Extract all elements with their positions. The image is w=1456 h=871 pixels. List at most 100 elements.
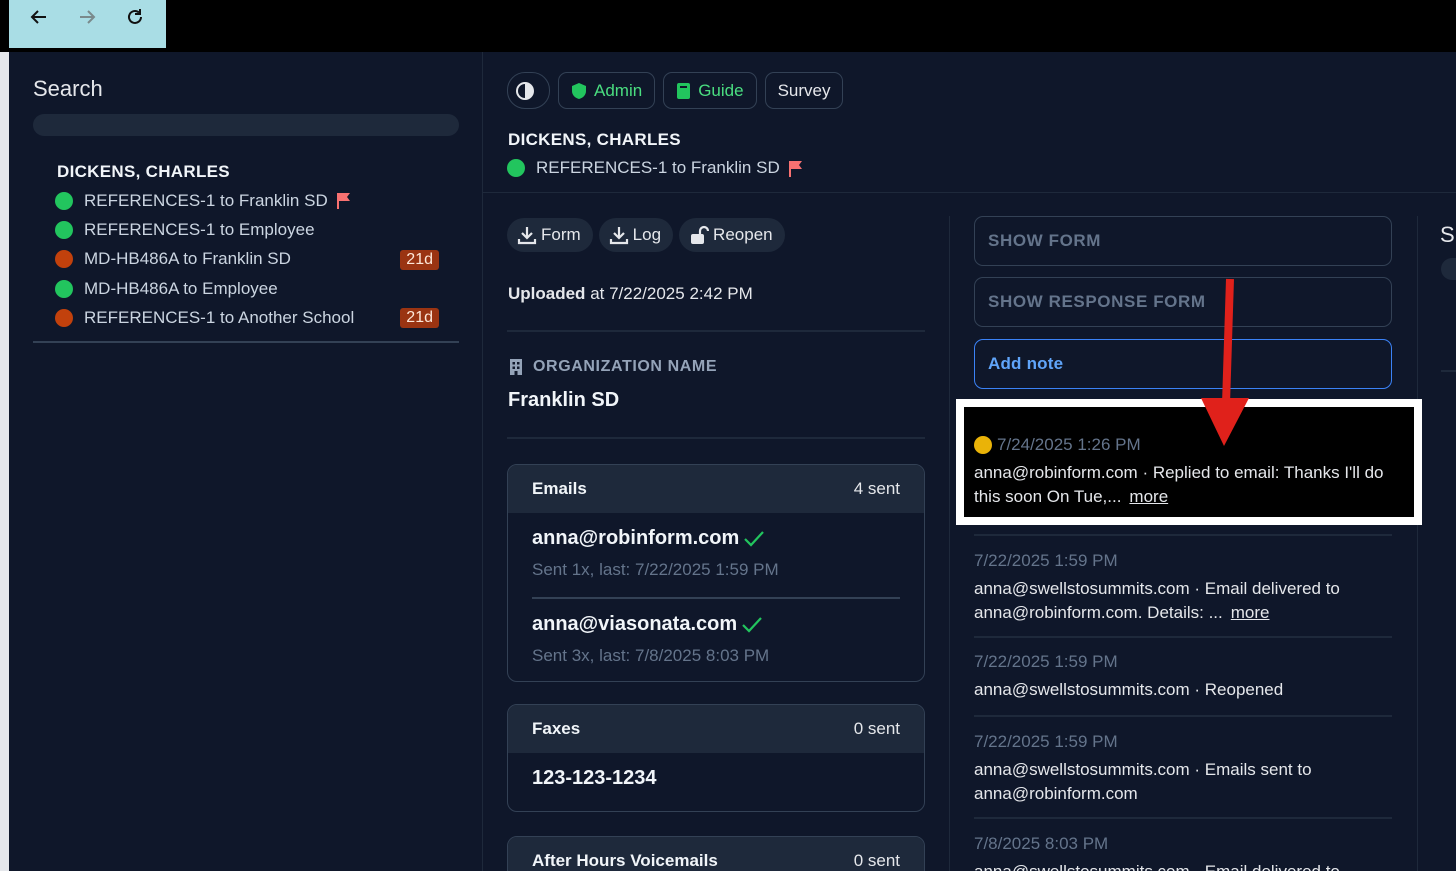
voicemails-title: After Hours Voicemails [532,851,718,870]
timeline-text: anna@swellstosummits.com · Email deliver… [974,579,1340,622]
download-icon [609,227,628,245]
reopen-button[interactable]: Reopen [679,218,785,252]
status-dot-brown [55,250,73,269]
sidebar-item-md-employee[interactable]: MD-HB486A to Employee [55,274,439,303]
more-link[interactable]: more [1129,487,1168,506]
sidebar-request-list: REFERENCES-1 to Franklin SD REFERENCES-1… [55,186,439,332]
timeline-entry: 7/8/2025 8:03 PM anna@swellstosummits.co… [974,819,1392,871]
check-icon [742,616,762,633]
building-icon [510,359,522,375]
upload-time: at 7/22/2025 2:42 PM [590,284,753,303]
sidebar: Search DICKENS, CHARLES REFERENCES-1 to … [9,52,483,871]
timeline-entry: 7/22/2025 1:59 PM anna@swellstosummits.c… [974,536,1392,638]
action-buttons: Form Log Reopen [507,218,785,252]
column-divider [1417,216,1418,871]
guide-label: Guide [698,80,744,100]
browser-nav-group [9,0,166,48]
admin-button[interactable]: Admin [558,72,656,109]
sidebar-item-label: MD-HB486A to Franklin SD [84,249,291,269]
timeline-entry: 7/22/2025 1:59 PM anna@swellstosummits.c… [974,638,1392,717]
section-divider [507,437,925,439]
reload-icon [128,9,142,24]
header-toolbar: Admin Guide Survey [507,72,844,109]
sidebar-divider [33,341,459,343]
email-address: anna@viasonata.com [532,613,738,635]
sidebar-item-label: REFERENCES-1 to Employee [84,219,315,239]
status-dot-green [55,191,73,210]
unlock-icon [691,225,710,244]
email-address: anna@robinform.com [532,527,740,549]
timeline-text-row: anna@robinform.com · Replied to email: T… [974,461,1392,509]
faxes-card-header: Faxes 0 sent [508,705,924,753]
timeline-date: 7/22/2025 1:59 PM [974,551,1118,570]
admin-label: Admin [594,80,643,100]
email-entry: anna@viasonata.com Sent 3x, last: 7/8/20… [532,597,900,681]
show-form-button[interactable]: SHOW FORM [974,216,1392,266]
arrow-right-icon [80,10,96,24]
arrow-left-icon [30,10,46,24]
voicemails-count: 0 sent [853,851,900,870]
search-input[interactable] [33,114,459,136]
sidebar-item-label: REFERENCES-1 to Franklin SD [84,190,328,210]
log-label: Log [632,225,662,244]
show-response-form-button[interactable]: SHOW RESPONSE FORM [974,277,1392,327]
window-edge [0,0,9,871]
email-address-row: anna@viasonata.com [532,613,900,636]
voicemails-card: After Hours Voicemails 0 sent [507,836,925,871]
faxes-card: Faxes 0 sent 123-123-1234 [507,704,925,812]
next-panel-search-input[interactable] [1441,258,1456,280]
age-badge: 21d [400,308,439,329]
sidebar-item-references-franklin[interactable]: REFERENCES-1 to Franklin SD [55,186,439,215]
sidebar-item-label: REFERENCES-1 to Another School [84,307,355,327]
sidebar-person-name: DICKENS, CHARLES [57,162,230,181]
book-icon [677,82,691,99]
status-dot-green [507,159,525,177]
timeline-entry: 7/22/2025 1:59 PM anna@swellstosummits.c… [974,717,1392,819]
fax-number: 123-123-1234 [532,767,657,789]
page-title: DICKENS, CHARLES [508,130,681,149]
timeline-text-row: anna@swellstosummits.com · Email deliver… [974,577,1392,625]
reload-button[interactable] [123,6,147,28]
email-address-row: anna@robinform.com [532,527,900,550]
request-subtitle: REFERENCES-1 to Franklin SD [507,158,804,178]
more-link[interactable]: more [1231,603,1270,622]
timeline-date: 7/22/2025 1:59 PM [974,652,1118,671]
download-form-button[interactable]: Form [507,218,593,252]
sidebar-item-md-franklin[interactable]: MD-HB486A to Franklin SD 21d [55,245,439,274]
survey-button[interactable]: Survey [764,72,844,109]
guide-button[interactable]: Guide [663,72,757,109]
back-button[interactable] [27,6,51,28]
sidebar-item-references-another-school[interactable]: REFERENCES-1 to Another School 21d [55,303,439,332]
download-log-button[interactable]: Log [598,218,674,252]
column-divider [949,216,950,871]
sidebar-item-references-employee[interactable]: REFERENCES-1 to Employee [55,215,439,244]
header-divider [483,192,1456,193]
emails-card-header: Emails 4 sent [508,465,924,513]
email-meta: Sent 1x, last: 7/22/2025 1:59 PM [532,560,779,579]
timeline-entry: 7/24/2025 1:26 PM anna@robinform.com · R… [974,435,1392,536]
forward-button[interactable] [75,6,99,28]
timeline-text: anna@swellstosummits.com · Email deliver… [974,860,1392,871]
faxes-count: 0 sent [853,719,900,738]
emails-title: Emails [532,479,587,498]
theme-toggle-button[interactable] [507,72,550,109]
status-dot-brown [55,308,73,327]
shield-icon [572,82,586,99]
upload-prefix: Uploaded [508,284,586,303]
upload-info: Uploaded at 7/22/2025 2:42 PM [508,284,753,304]
section-divider [507,330,925,332]
add-note-button[interactable]: Add note [974,339,1392,389]
reopen-label: Reopen [713,225,773,244]
sidebar-item-label: MD-HB486A to Employee [84,278,278,298]
form-label: Form [541,225,581,244]
organization-label-text: ORGANIZATION NAME [533,358,718,375]
timeline-text: anna@swellstosummits.com · Emails sent t… [974,760,1312,803]
email-list: anna@robinform.com Sent 1x, last: 7/22/2… [508,513,924,681]
check-icon [744,530,765,547]
flag-icon [788,160,802,177]
unread-dot [974,436,992,454]
survey-label: Survey [777,80,831,100]
next-panel-divider [1441,370,1456,372]
request-label: REFERENCES-1 to Franklin SD [536,158,780,177]
organization-value: Franklin SD [508,389,620,411]
